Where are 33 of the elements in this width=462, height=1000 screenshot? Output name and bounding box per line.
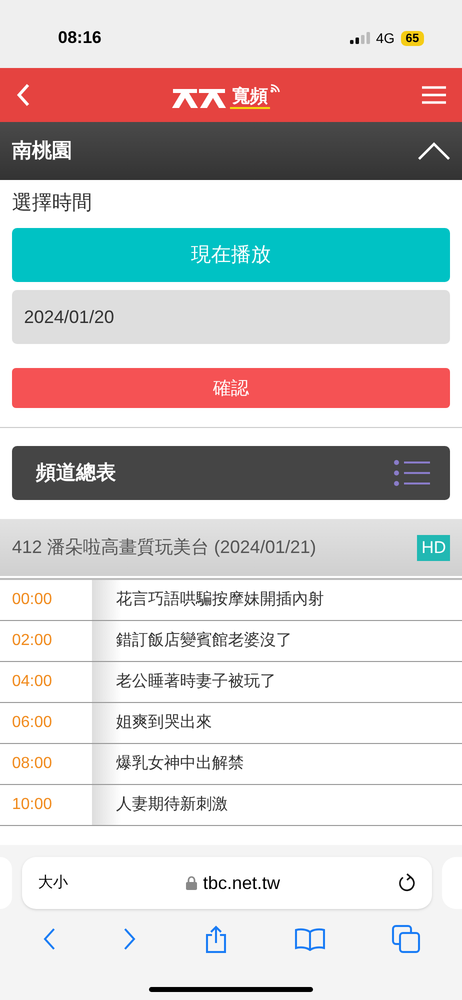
program-time: 02:00	[11, 631, 54, 651]
network-label: 4G	[376, 28, 395, 48]
wifi-icon	[270, 81, 282, 93]
address-bar[interactable]: 大小 tbc.net.tw	[22, 857, 432, 909]
clock-time: 08:16	[58, 27, 102, 50]
channel-list-button[interactable]: 頻道總表	[12, 446, 450, 500]
battery-indicator: 65	[400, 30, 424, 46]
section-label: 選擇時間	[12, 191, 93, 216]
list-icon	[394, 460, 430, 486]
reload-icon[interactable]	[398, 873, 416, 893]
back-icon[interactable]	[42, 927, 56, 951]
program-time: 00:00	[11, 590, 54, 610]
logo-text: 寬頻	[230, 85, 270, 109]
program-time: 04:00	[11, 672, 54, 692]
text-size-button[interactable]: 大小	[38, 872, 68, 894]
tabs-icon[interactable]	[392, 925, 420, 953]
channel-list-label: 頻道總表	[36, 461, 116, 486]
program-time: 10:00	[11, 795, 54, 815]
channel-title: 412 潘朵啦高畫質玩美台 (2024/01/21)	[12, 536, 316, 559]
program-time: 08:00	[11, 754, 54, 774]
chevron-icon[interactable]	[418, 142, 450, 160]
region-title: 南桃園	[12, 139, 72, 164]
signal-icon	[350, 32, 370, 44]
share-icon[interactable]	[204, 925, 228, 953]
region-header[interactable]: 南桃園	[0, 122, 462, 180]
forward-icon[interactable]	[122, 927, 137, 951]
bookmarks-icon[interactable]	[295, 927, 326, 951]
program-time: 06:00	[11, 713, 54, 733]
hd-badge: HD	[417, 534, 450, 560]
lock-icon	[186, 876, 197, 890]
url-text: tbc.net.tw	[202, 872, 280, 894]
menu-icon[interactable]	[422, 86, 446, 104]
date-field[interactable]: 2024/01/20	[12, 290, 450, 344]
